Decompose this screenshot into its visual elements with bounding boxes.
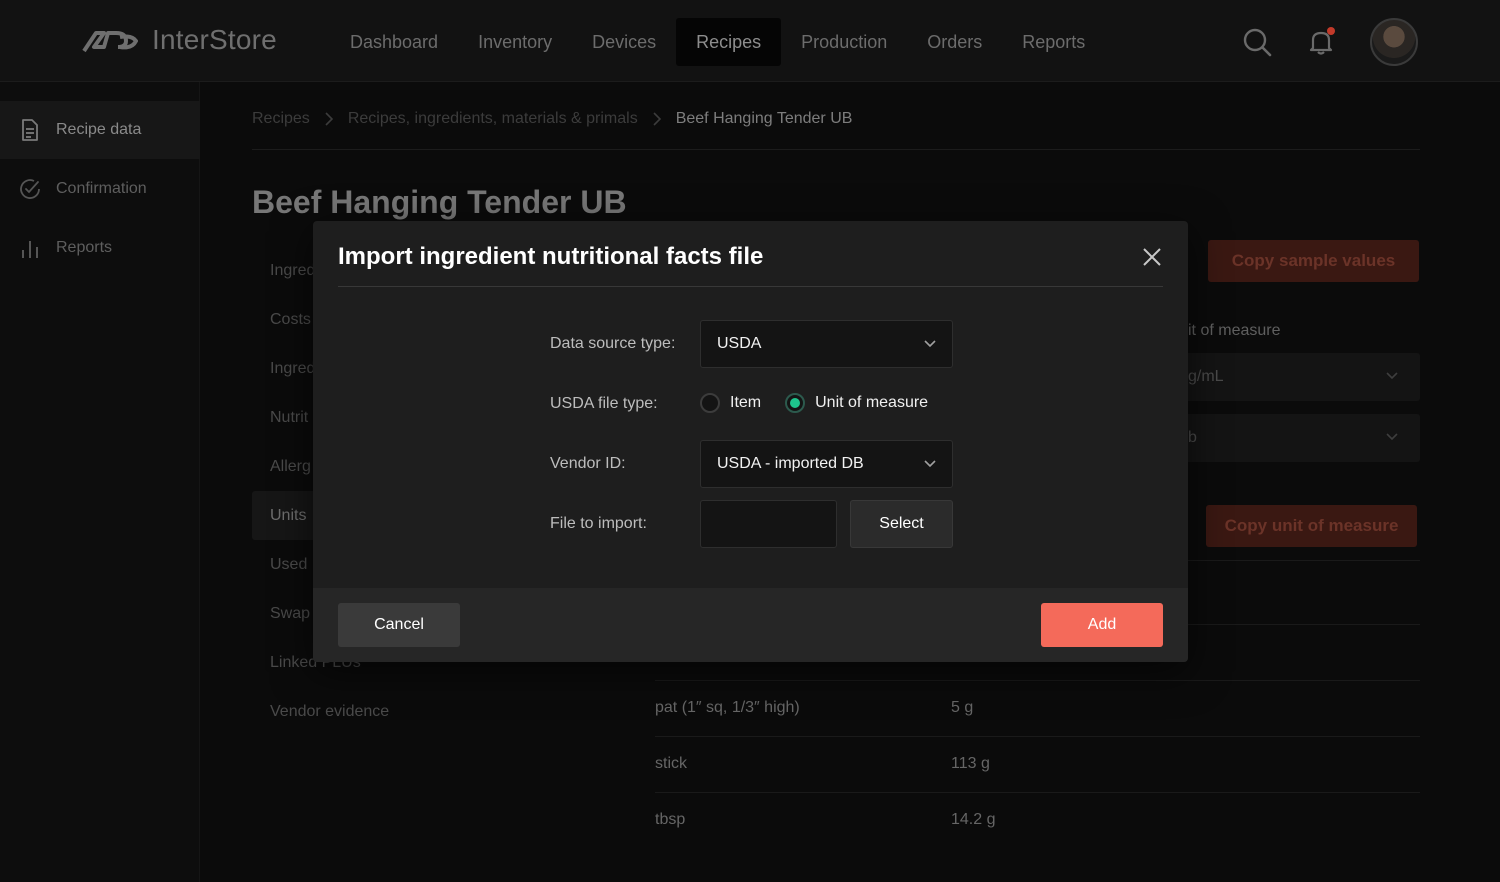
table-row: pat (1″ sq, 1/3″ high) 5 g [655,681,1420,737]
notification-badge [1327,27,1335,35]
section-nav-item[interactable]: Vendor evidence [252,687,452,736]
divider [338,286,1163,287]
file-type-unit-radio[interactable]: Unit of measure [785,393,928,413]
breadcrumb-current: Beef Hanging Tender UB [675,110,853,127]
document-icon [22,119,38,141]
select-file-button[interactable]: Select [850,500,953,548]
avatar[interactable] [1370,18,1418,66]
sidebar-item-reports[interactable]: Reports [0,219,200,277]
unit-cell: pat (1″ sq, 1/3″ high) [655,699,800,716]
brand-logo-icon [82,31,138,53]
brand-logo[interactable]: InterStore [82,24,277,56]
file-type-radio-group: Item Unit of measure [700,393,952,413]
main-nav: Dashboard Inventory Devices Recipes Prod… [330,18,1105,66]
table-row: stick 113 g [655,737,1420,793]
unit-select-value: g/mL [1188,368,1224,385]
unit-cell: tbsp [655,811,686,828]
radio-button[interactable] [700,393,720,413]
top-actions [1242,18,1418,66]
chevron-right-icon [325,112,333,126]
import-dialog: Import ingredient nutritional facts file… [313,221,1188,662]
unit-select[interactable]: g/mL [1172,353,1420,401]
data-source-label: Data source type: [550,335,676,352]
close-icon[interactable] [1141,246,1163,268]
unit-cell: stick [655,755,687,772]
table-row: tbsp 14.2 g [655,793,1420,849]
nav-production[interactable]: Production [781,18,907,66]
nav-recipes[interactable]: Recipes [676,18,782,66]
weight-select[interactable]: b [1172,414,1420,462]
data-source-value: USDA [717,335,762,352]
file-type-label: USDA file type: [550,395,658,412]
dialog-title: Import ingredient nutritional facts file [338,243,764,270]
value-cell: 5 g [951,699,974,716]
search-icon[interactable] [1242,27,1272,57]
chevron-down-icon [1386,433,1398,441]
add-button[interactable]: Add [1041,603,1163,647]
cancel-button[interactable]: Cancel [338,603,460,647]
file-to-import-label: File to import: [550,515,647,532]
nav-devices[interactable]: Devices [572,18,676,66]
brand-name: InterStore [152,24,277,55]
sidebar: Recipe data Confirmation Reports [0,82,200,882]
nav-orders[interactable]: Orders [907,18,1002,66]
chevron-down-icon [1386,372,1398,380]
vendor-id-label: Vendor ID: [550,455,626,472]
vendor-id-select[interactable]: USDA - imported DB [700,440,953,488]
check-circle-icon [20,179,40,199]
copy-sample-values-button[interactable]: Copy sample values [1208,240,1419,282]
top-bar: InterStore Dashboard Inventory Devices R… [0,0,1500,82]
chevron-right-icon [653,112,661,126]
data-source-select[interactable]: USDA [700,320,953,368]
sidebar-item-label: Reports [56,239,113,256]
nav-reports[interactable]: Reports [1002,18,1105,66]
radio-label: Unit of measure [815,394,929,411]
value-cell: 14.2 g [951,811,996,828]
chevron-down-icon [924,340,936,348]
sidebar-item-label: Confirmation [56,180,147,197]
vendor-id-value: USDA - imported DB [717,455,864,472]
sidebar-item-recipe-data[interactable]: Recipe data [0,101,200,159]
nav-dashboard[interactable]: Dashboard [330,18,458,66]
radio-label: Item [730,394,762,411]
breadcrumb-item[interactable]: Recipes [252,110,310,128]
sidebar-item-label: Recipe data [56,121,142,138]
nav-inventory[interactable]: Inventory [458,18,572,66]
weight-select-value: b [1188,429,1197,446]
breadcrumb-item[interactable]: Recipes, ingredients, materials & primal… [348,110,638,128]
notifications-button[interactable] [1306,27,1336,57]
chevron-down-icon [924,460,936,468]
file-path-field[interactable] [700,500,837,548]
radio-button-selected[interactable] [785,393,806,413]
page-title: Beef Hanging Tender UB [252,184,627,220]
copy-unit-of-measure-button[interactable]: Copy unit of measure [1206,505,1417,547]
divider [252,149,1420,150]
breadcrumb: Recipes Recipes, ingredients, materials … [252,110,852,128]
unit-of-measure-label: it of measure [1188,322,1281,339]
value-cell: 113 g [951,755,990,772]
file-type-item-radio[interactable]: Item [700,393,761,413]
bar-chart-icon [22,241,38,258]
sidebar-item-confirmation[interactable]: Confirmation [0,160,200,218]
dialog-footer: Cancel Add [313,588,1188,662]
